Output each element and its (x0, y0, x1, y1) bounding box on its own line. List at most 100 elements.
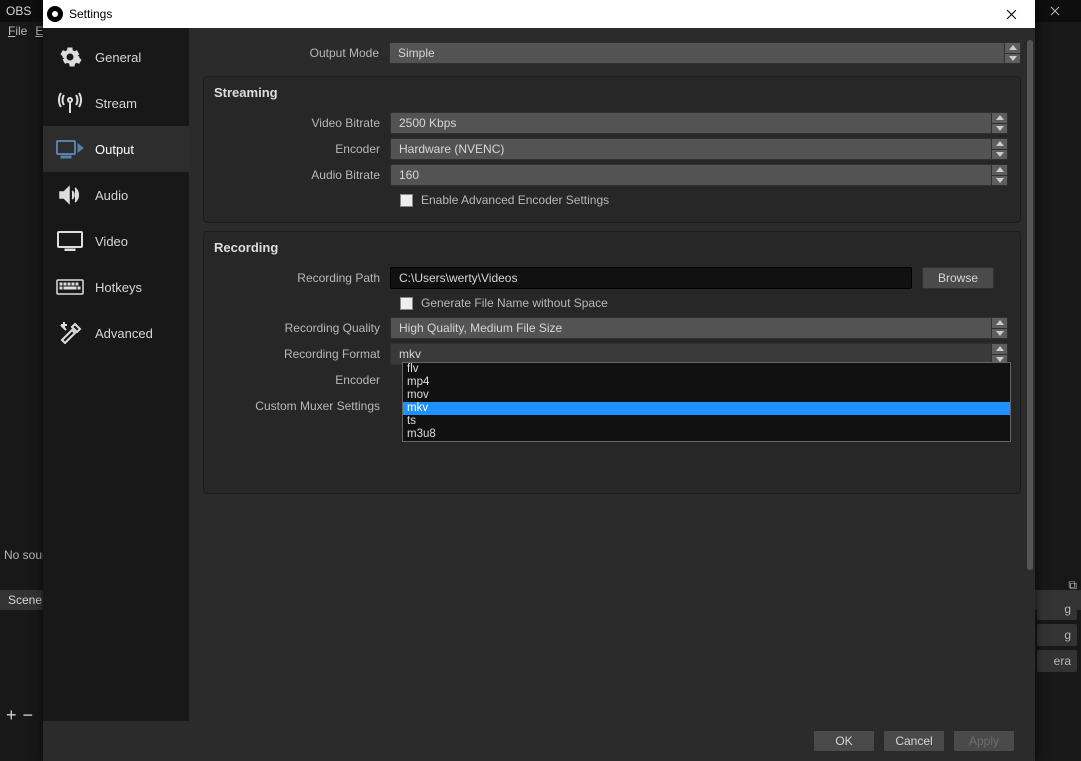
gear-icon (55, 45, 85, 69)
settings-sidebar: General Stream Output Audio (43, 28, 189, 721)
side-button-3[interactable]: era (1037, 650, 1077, 672)
generate-filename-checklabel: Generate File Name without Space (421, 296, 608, 310)
output-mode-select[interactable]: Simple (389, 42, 1021, 64)
sidebar-item-advanced[interactable]: Advanced (43, 310, 189, 356)
obs-icon (47, 6, 63, 22)
spin-up-icon[interactable] (991, 113, 1007, 124)
sidebar-item-hotkeys[interactable]: Hotkeys (43, 264, 189, 310)
spin-down-icon[interactable] (991, 124, 1007, 134)
sidebar-item-general[interactable]: General (43, 34, 189, 80)
sidebar-item-stream[interactable]: Stream (43, 80, 189, 126)
audio-bitrate-label: Audio Bitrate (214, 168, 390, 182)
output-mode-label: Output Mode (203, 46, 389, 60)
spin-up-icon[interactable] (991, 344, 1007, 355)
recording-quality-select[interactable]: High Quality, Medium File Size (390, 317, 1008, 339)
generate-filename-checkbox[interactable] (400, 297, 413, 310)
side-button-2[interactable]: g (1037, 624, 1077, 646)
dropdown-option-mp4[interactable]: mp4 (403, 376, 1010, 389)
sidebar-item-output[interactable]: Output (43, 126, 189, 172)
recording-path-input[interactable]: C:\Users\werty\Videos (390, 267, 912, 289)
sidebar-item-label: Output (95, 142, 134, 157)
dialog-titlebar[interactable]: Settings (43, 0, 1035, 28)
monitor-icon (55, 229, 85, 253)
spin-buttons[interactable] (991, 113, 1007, 133)
recording-path-label: Recording Path (214, 271, 390, 285)
spin-up-icon[interactable] (991, 318, 1007, 329)
sidebar-item-audio[interactable]: Audio (43, 172, 189, 218)
video-bitrate-input[interactable]: 2500 Kbps (390, 112, 1008, 134)
recording-path-value: C:\Users\werty\Videos (399, 271, 517, 285)
dropdown-option-flv[interactable]: flv (403, 363, 1010, 376)
tools-icon (55, 321, 85, 345)
spin-down-icon[interactable] (1004, 54, 1020, 64)
spin-buttons[interactable] (1004, 43, 1020, 63)
sidebar-item-label: General (95, 50, 141, 65)
dropdown-option-ts[interactable]: ts (403, 415, 1010, 428)
main-close-button[interactable] (1035, 0, 1075, 22)
generate-filename-checkrow[interactable]: Generate File Name without Space (204, 291, 1020, 315)
menu-file[interactable]: File (8, 24, 27, 38)
recording-format-label: Recording Format (214, 347, 390, 361)
sidebar-item-label: Advanced (95, 326, 153, 341)
content-scrollbar[interactable] (1027, 40, 1033, 570)
add-scene-button[interactable]: + (6, 705, 17, 726)
advanced-encoder-checkrow[interactable]: Enable Advanced Encoder Settings (204, 188, 1020, 212)
sidebar-item-label: Hotkeys (95, 280, 142, 295)
duplicate-icon[interactable]: ⧉ (1068, 578, 1077, 593)
side-button-1[interactable]: g (1037, 598, 1077, 620)
advanced-encoder-checklabel: Enable Advanced Encoder Settings (421, 193, 609, 207)
encoder-value: Hardware (NVENC) (399, 142, 504, 156)
dropdown-option-mkv[interactable]: mkv (403, 402, 1010, 415)
apply-button[interactable]: Apply (953, 730, 1015, 752)
custom-muxer-label: Custom Muxer Settings (214, 399, 390, 413)
dialog-footer: OK Cancel Apply (43, 721, 1035, 761)
sidebar-item-label: Audio (95, 188, 128, 203)
audio-bitrate-value: 160 (399, 168, 419, 182)
spin-buttons[interactable] (991, 165, 1007, 185)
video-bitrate-label: Video Bitrate (214, 116, 390, 130)
recording-quality-label: Recording Quality (214, 321, 390, 335)
dropdown-option-mov[interactable]: mov (403, 389, 1010, 402)
spin-buttons[interactable] (991, 344, 1007, 364)
sidebar-item-video[interactable]: Video (43, 218, 189, 264)
video-bitrate-value: 2500 Kbps (399, 116, 456, 130)
scene-add-remove: + − (6, 705, 33, 726)
settings-dialog: Settings General Stream (43, 0, 1035, 761)
keyboard-icon (55, 275, 85, 299)
spin-down-icon[interactable] (991, 329, 1007, 339)
encoder-label: Encoder (214, 142, 390, 156)
remove-scene-button[interactable]: − (23, 705, 34, 726)
recording-quality-value: High Quality, Medium File Size (399, 321, 562, 335)
streaming-panel: Streaming Video Bitrate 2500 Kbps Encode… (203, 76, 1021, 223)
sidebar-item-label: Stream (95, 96, 137, 111)
spin-down-icon[interactable] (991, 150, 1007, 160)
spin-up-icon[interactable] (991, 139, 1007, 150)
recording-heading: Recording (204, 232, 1020, 265)
cancel-button[interactable]: Cancel (883, 730, 945, 752)
recording-format-value: mkv (399, 347, 421, 361)
sidebar-item-label: Video (95, 234, 128, 249)
spin-buttons[interactable] (991, 318, 1007, 338)
dialog-close-button[interactable] (991, 0, 1031, 28)
spin-buttons[interactable] (991, 139, 1007, 159)
dropdown-option-m3u8[interactable]: m3u8 (403, 428, 1010, 441)
output-mode-value: Simple (398, 46, 435, 60)
recording-panel: Recording Recording Path C:\Users\werty\… (203, 231, 1021, 494)
spin-down-icon[interactable] (991, 176, 1007, 186)
audio-bitrate-select[interactable]: 160 (390, 164, 1008, 186)
spin-up-icon[interactable] (991, 165, 1007, 176)
antenna-icon (55, 91, 85, 115)
browse-button[interactable]: Browse (922, 267, 994, 289)
dialog-title-text: Settings (69, 7, 112, 21)
recording-encoder-label: Encoder (214, 373, 390, 387)
output-mode-row: Output Mode Simple (203, 40, 1021, 66)
advanced-encoder-checkbox[interactable] (400, 194, 413, 207)
spin-up-icon[interactable] (1004, 43, 1020, 54)
encoder-select[interactable]: Hardware (NVENC) (390, 138, 1008, 160)
output-icon (55, 137, 85, 161)
recording-format-dropdown[interactable]: flv mp4 mov mkv ts m3u8 (402, 362, 1011, 442)
ok-button[interactable]: OK (813, 730, 875, 752)
right-side-buttons: ⧉ g g era (1037, 598, 1077, 676)
streaming-heading: Streaming (204, 77, 1020, 110)
settings-content: Output Mode Simple Streaming Video Bitra… (189, 28, 1035, 721)
